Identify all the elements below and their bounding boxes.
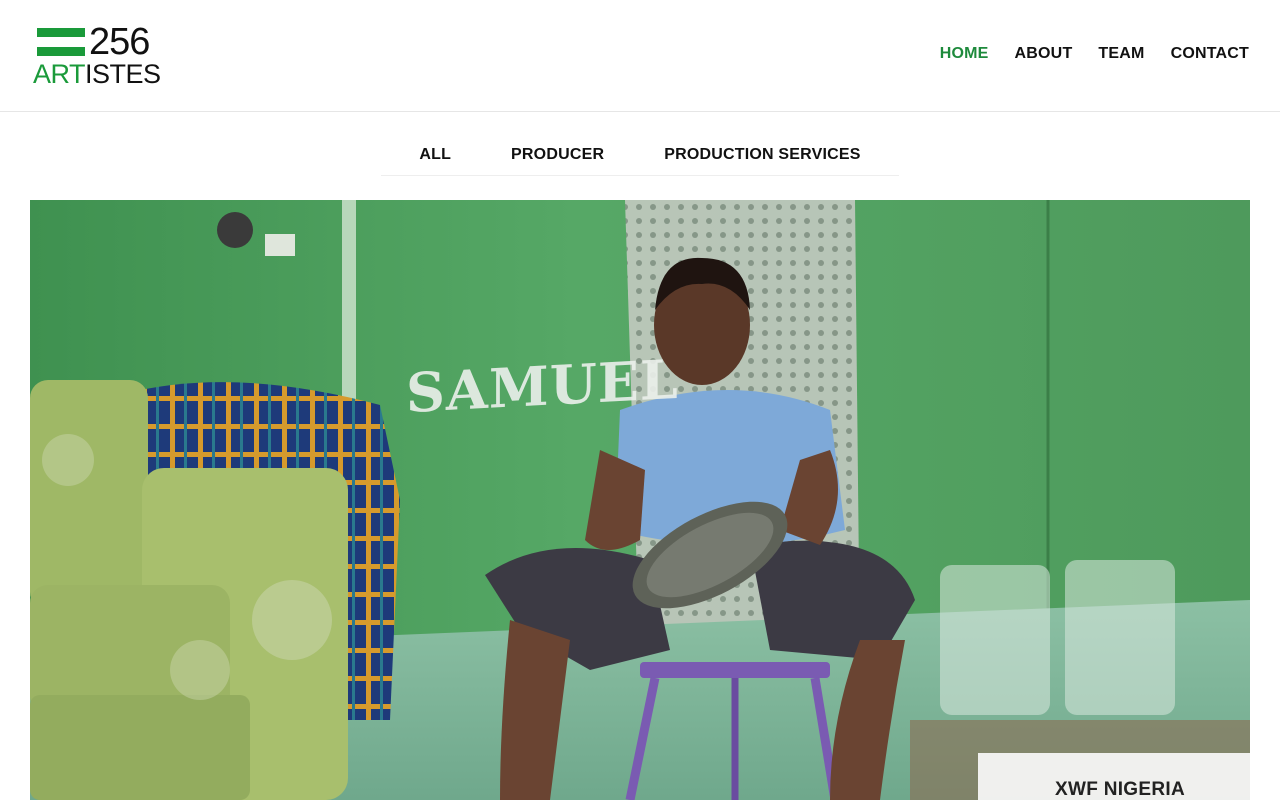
nav-about[interactable]: ABOUT <box>1015 45 1073 63</box>
nav-team[interactable]: TEAM <box>1098 45 1144 63</box>
nav-contact[interactable]: CONTACT <box>1171 45 1249 63</box>
logo-word-rest: ISTES <box>85 59 161 89</box>
filter-production-services[interactable]: PRODUCTION SERVICES <box>634 134 890 175</box>
video-frame-image <box>30 200 1250 800</box>
nav-home[interactable]: HOME <box>940 45 989 63</box>
portfolio-filter-tabs: ALL PRODUCER PRODUCTION SERVICES <box>381 134 899 176</box>
logo-wordmark: ARTISTES <box>33 60 161 88</box>
filter-all[interactable]: ALL <box>389 134 481 175</box>
featured-video-still[interactable]: SAMUEL XWF NIGERIA <box>30 200 1250 800</box>
site-header: 256 ARTISTES HOME ABOUT TEAM CONTACT <box>0 0 1280 112</box>
logo-number: 256 <box>89 21 150 63</box>
flag-icon <box>37 28 85 60</box>
video-caption-box: XWF NIGERIA <box>978 753 1250 800</box>
video-caption-text: XWF NIGERIA <box>1055 779 1185 800</box>
filter-producer[interactable]: PRODUCER <box>481 134 634 175</box>
brand-logo[interactable]: 256 ARTISTES <box>33 21 173 90</box>
main-nav: HOME ABOUT TEAM CONTACT <box>940 45 1249 63</box>
logo-word-accent: ART <box>33 59 86 89</box>
